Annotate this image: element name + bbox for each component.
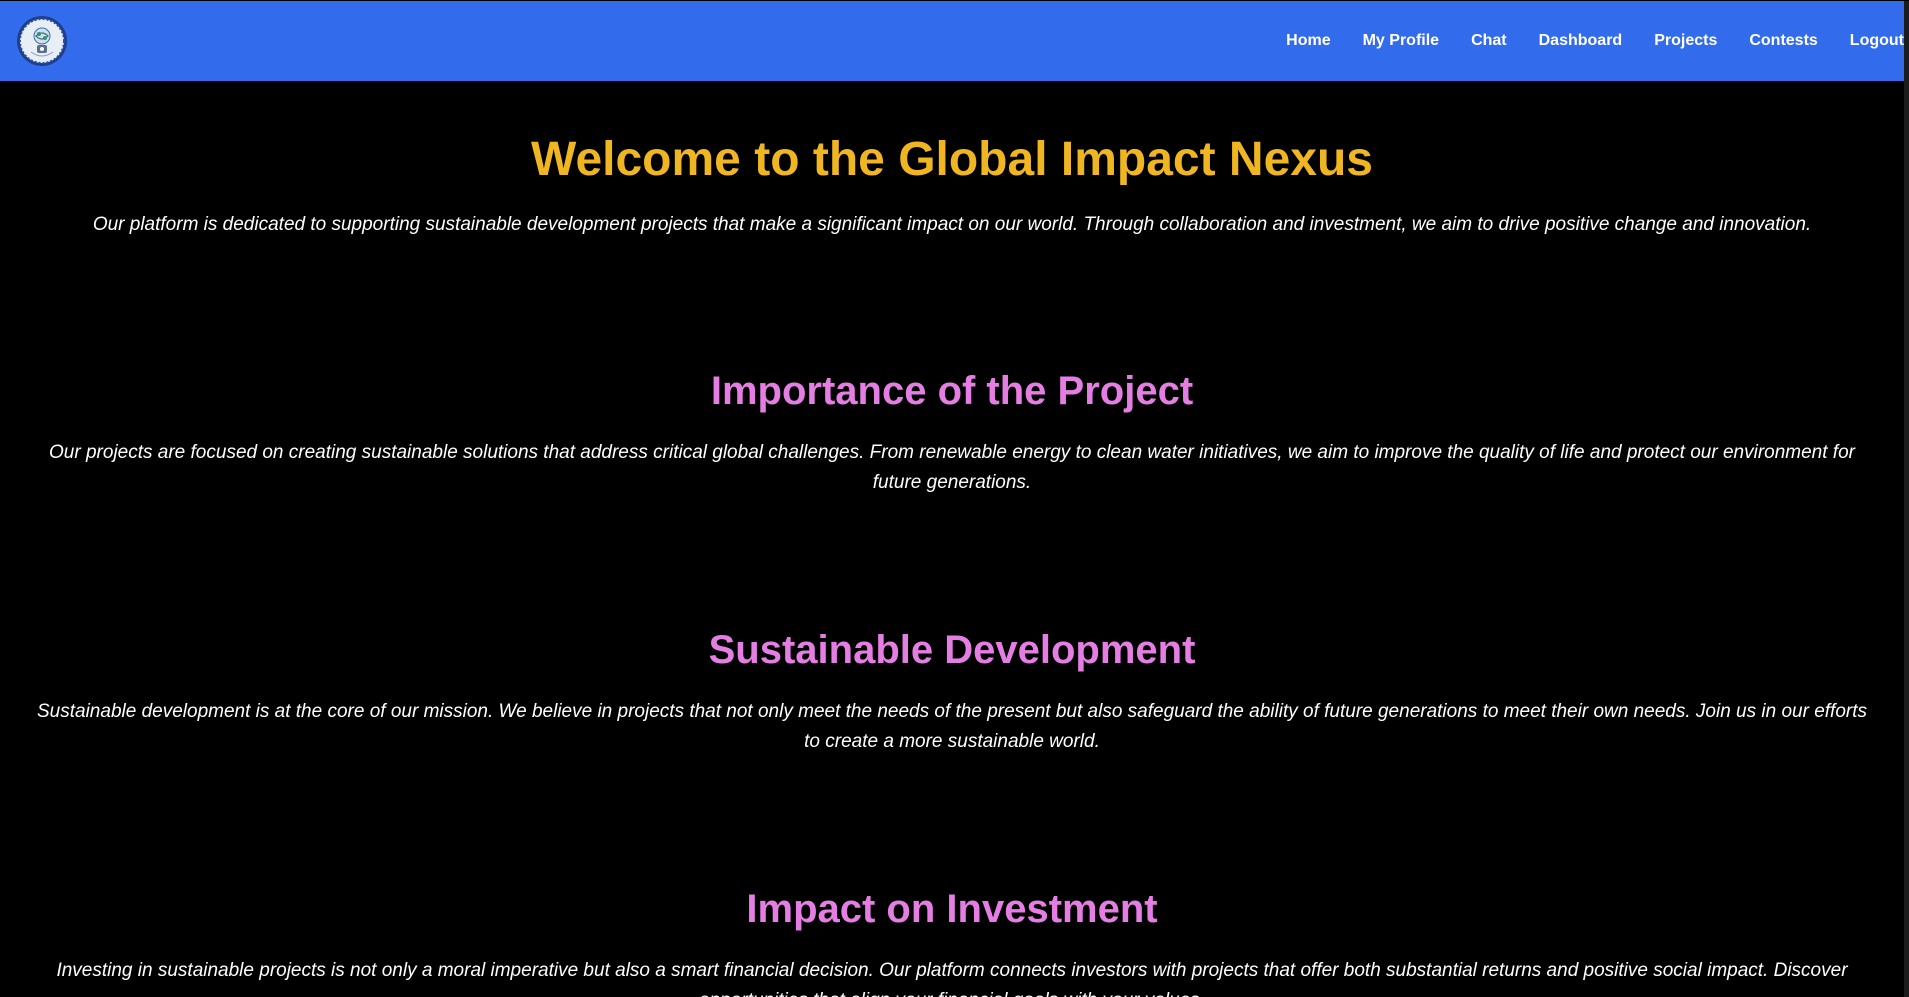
- nav-contests-link[interactable]: Contests: [1749, 32, 1817, 50]
- section-text-importance: Our projects are focused on creating sus…: [49, 442, 1855, 493]
- scrollbar-track[interactable]: [1904, 1, 1909, 997]
- hero-title: Welcome to the Global Impact Nexus: [531, 133, 1373, 186]
- hero-description: Our platform is dedicated to supporting …: [92, 214, 1812, 235]
- section-text-impact-investment: Investing in sustainable projects is not…: [56, 960, 1848, 997]
- nav-home-link[interactable]: Home: [1286, 32, 1330, 50]
- nav-projects-link[interactable]: Projects: [1654, 32, 1717, 50]
- section-title-impact-investment: Impact on Investment: [746, 887, 1158, 931]
- nav-links: Home My Profile Chat Dashboard Projects …: [1286, 1, 1904, 81]
- nav-my-profile-link[interactable]: My Profile: [1363, 32, 1439, 50]
- navbar: Home My Profile Chat Dashboard Projects …: [0, 1, 1904, 81]
- page: Home My Profile Chat Dashboard Projects …: [0, 0, 1909, 997]
- nav-dashboard-link[interactable]: Dashboard: [1539, 32, 1623, 50]
- globe-seal-logo-icon[interactable]: [16, 16, 68, 66]
- nav-logout-link[interactable]: Logout: [1850, 32, 1904, 50]
- section-title-sustainable-development: Sustainable Development: [708, 628, 1196, 672]
- section-text-sustainable-development: Sustainable development is at the core o…: [37, 701, 1867, 752]
- section-title-importance: Importance of the Project: [710, 369, 1194, 413]
- nav-chat-link[interactable]: Chat: [1471, 32, 1507, 50]
